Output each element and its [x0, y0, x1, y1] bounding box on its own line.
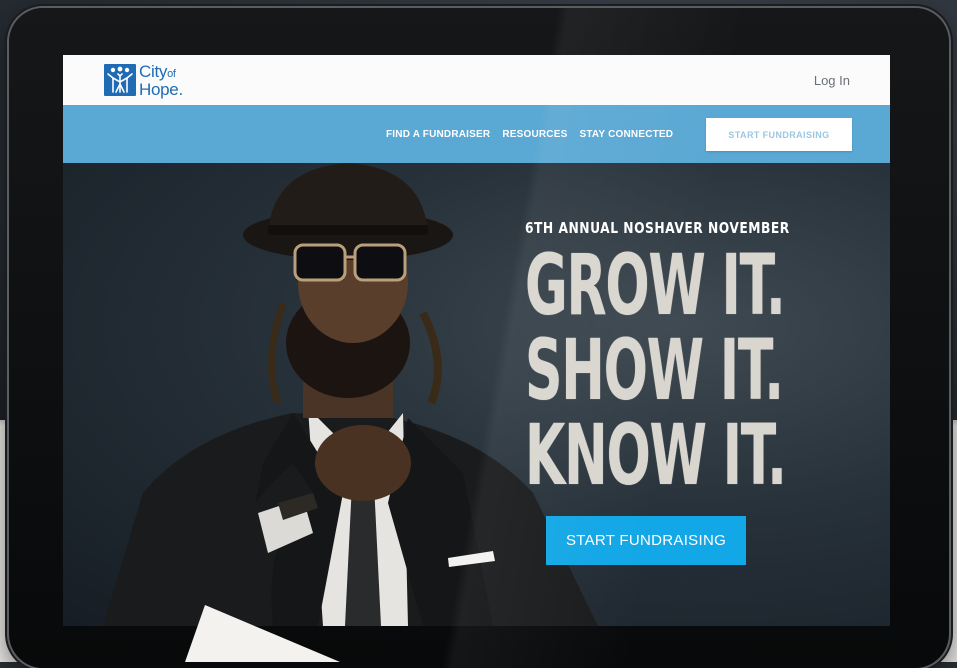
foreground-paper — [185, 605, 340, 662]
